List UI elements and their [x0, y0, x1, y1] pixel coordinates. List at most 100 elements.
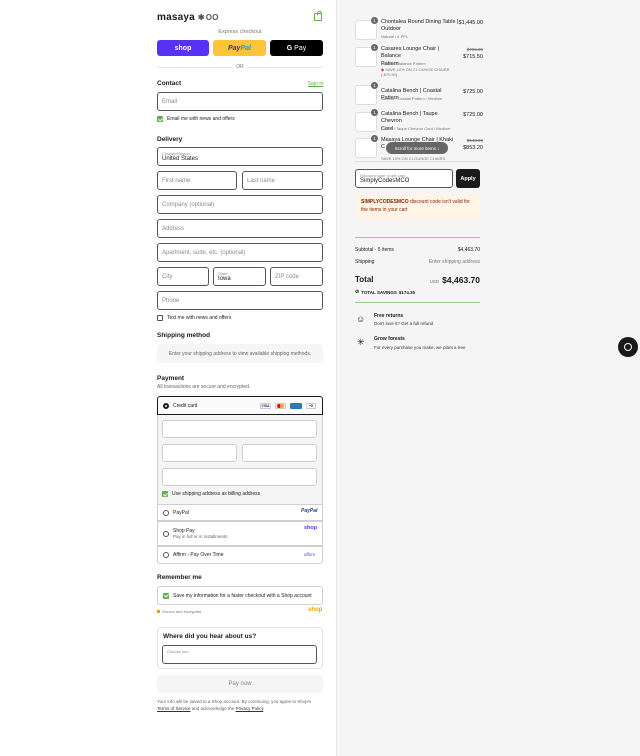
first-name-field[interactable]: First name	[157, 171, 237, 190]
shipping-value: Enter shipping address	[428, 259, 480, 265]
item-price: $725.00	[463, 112, 483, 118]
credit-card-radio[interactable]	[163, 402, 169, 409]
payment-heading: Payment	[157, 375, 185, 382]
email-news-checkbox-row[interactable]: Email me with news and offers	[157, 116, 235, 122]
item-price: $725.00	[463, 89, 483, 95]
card-name-field[interactable]	[162, 468, 317, 486]
text-news-checkbox[interactable]	[157, 315, 163, 321]
shop-remember-logo: shop	[308, 607, 323, 613]
email-news-label: Email me with news and offers	[167, 116, 235, 122]
lock-icon	[157, 610, 160, 613]
item-old-price: $795.00	[466, 47, 483, 52]
contact-heading: Contact	[157, 80, 182, 87]
item-price: $1,445.00	[458, 20, 483, 26]
discount-code-field[interactable]: Discount code or gift card SimplyCodesMCO	[355, 169, 453, 188]
shop-pay-option-logo: shop	[304, 525, 318, 531]
shipping-method-message: Enter your shipping address to view avai…	[157, 344, 323, 363]
item-variant: Coffee / Taupe Chevron Cord / Medium	[381, 126, 451, 131]
remember-me-checkbox[interactable]	[163, 592, 169, 599]
item-name: Chontalea Round Dining Table | Outdoor	[381, 19, 459, 33]
brand-star: ✱	[197, 13, 205, 22]
perk-text: Don't love it? Get a full refund	[374, 321, 434, 326]
paypal-option[interactable]: PayPal	[157, 504, 323, 521]
google-pay-button[interactable]: G Pay	[270, 40, 323, 56]
city-field[interactable]: City	[157, 267, 209, 286]
billing-address-checkbox-row[interactable]: Use shipping address as billing address	[162, 491, 260, 497]
affirm-radio[interactable]	[163, 552, 169, 558]
scroll-more-items-pill[interactable]: Scroll for more items ↓	[386, 142, 448, 154]
remember-me-box[interactable]: Save my information for a faster checkou…	[157, 586, 323, 605]
paypal-option-logo: PayPal	[301, 508, 318, 514]
secure-note: Secure and encrypted	[157, 609, 201, 614]
item-qty-badge: 1	[371, 135, 378, 142]
checkout-form-panel: masaya ✱OO Express checkout shop Pay Pal …	[0, 0, 336, 756]
pay-now-button[interactable]: Pay now	[157, 675, 323, 693]
or-label: OR	[233, 64, 247, 70]
item-variant: Natural / Balance Pattern	[381, 61, 426, 66]
total-savings: ⊘ TOTAL SAVINGS $174.30	[355, 289, 416, 295]
remember-me-label: Save my information for a faster checkou…	[173, 592, 312, 599]
item-price: $853.20	[463, 145, 483, 151]
billing-address-checkbox[interactable]	[162, 491, 168, 497]
cart-items-list[interactable]: 1 Chontalea Round Dining Table | Outdoor …	[355, 16, 483, 161]
affirm-logo: affirm	[304, 552, 316, 557]
item-promo: ◆ SAVE 10% ON 2 LOUNGE CHAIRS (-$79.50)	[381, 67, 450, 78]
subtotal-value: $4,463.70	[457, 247, 480, 253]
billing-address-label: Use shipping address as billing address	[172, 491, 261, 497]
delivery-heading: Delivery	[157, 136, 183, 143]
privacy-link[interactable]: Privacy Policy	[236, 706, 264, 711]
item-qty-badge: 1	[371, 82, 378, 89]
card-expiry-field[interactable]	[162, 444, 237, 462]
state-select[interactable]: State Iowa	[213, 267, 266, 286]
phone-field[interactable]: Phone	[157, 291, 323, 310]
tree-icon: ✳	[357, 337, 365, 347]
divider	[355, 161, 480, 162]
card-number-field[interactable]	[162, 420, 317, 438]
express-checkout-label: Express checkout	[218, 29, 262, 35]
sign-in-link[interactable]: Sign in	[308, 81, 323, 87]
shop-pay-option[interactable]: Shop Pay Pay in full or in installments	[157, 521, 323, 546]
item-qty-badge: 1	[371, 44, 378, 51]
item-old-price: $948.00	[466, 138, 483, 143]
perk-text: For every purchase you make, we plant a …	[374, 345, 466, 350]
country-select[interactable]: Country/Region United States	[157, 147, 323, 166]
chat-icon[interactable]	[618, 337, 638, 357]
brand-name: masaya	[157, 12, 195, 23]
shop-pay-radio[interactable]	[163, 530, 169, 537]
item-variant: Natural / 4 PPL	[381, 34, 409, 39]
item-qty-badge: 1	[371, 17, 378, 24]
paypal-radio[interactable]	[163, 509, 169, 516]
shop-pay-button[interactable]: shop	[157, 40, 209, 56]
perk-title: Grow forests	[374, 336, 405, 342]
last-name-field[interactable]: Last name	[242, 171, 323, 190]
subtotal-label: Subtotal · 5 items	[355, 247, 394, 253]
item-qty-badge: 1	[371, 109, 378, 116]
terms-link[interactable]: Terms of Service	[157, 706, 191, 711]
legal-text: Your info will be saved to a Shop accoun…	[157, 699, 312, 711]
email-news-checkbox[interactable]	[157, 116, 163, 122]
text-news-checkbox-row[interactable]: Text me with news and offers	[157, 315, 231, 321]
email-field[interactable]: Email	[157, 92, 323, 111]
company-field[interactable]: Company (optional)	[157, 195, 323, 214]
remember-me-heading: Remember me	[157, 574, 202, 581]
address-field[interactable]: Address	[157, 219, 323, 238]
apply-discount-button[interactable]: Apply	[456, 169, 480, 188]
cart-bag-icon[interactable]	[314, 11, 322, 21]
total-value: $4,463.70	[442, 275, 480, 285]
apartment-field[interactable]: Apartment, suite, etc. (optional)	[157, 243, 323, 262]
amex-logo	[290, 403, 302, 409]
card-cvv-field[interactable]	[242, 444, 317, 462]
survey-select[interactable]: Choose one	[162, 645, 317, 664]
discount-error-message: SIMPLYCODESMCO discount code isn't valid…	[355, 194, 480, 220]
affirm-option[interactable]: Affirm - Pay Over Time	[157, 546, 323, 564]
paypal-button[interactable]: Pay Pal	[213, 40, 266, 56]
credit-card-label: Credit card	[173, 402, 198, 409]
brand-logo[interactable]: masaya ✱OO	[157, 12, 219, 23]
order-summary-panel: 1 Chontalea Round Dining Table | Outdoor …	[336, 0, 640, 756]
paypal-option-label: PayPal	[173, 509, 189, 516]
item-price: $715.50	[463, 54, 483, 60]
text-news-label: Text me with news and offers	[167, 315, 232, 321]
item-variant: Natural / Coastal Pattern / Medium	[381, 96, 443, 101]
brand-suffix: OO	[205, 13, 219, 22]
zip-field[interactable]: ZIP code	[270, 267, 323, 286]
